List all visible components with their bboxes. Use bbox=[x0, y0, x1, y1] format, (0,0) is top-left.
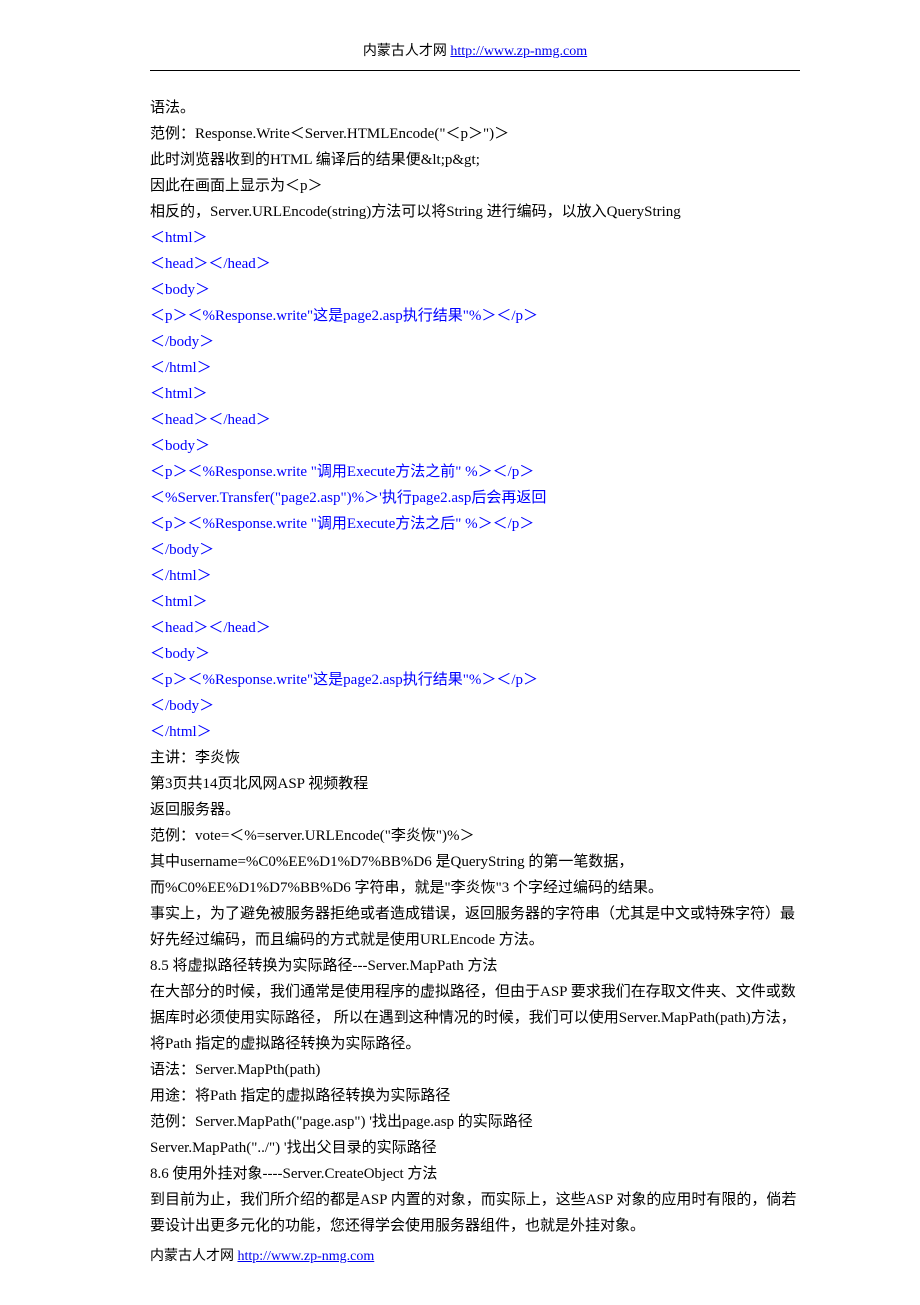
text-line: 范例：Server.MapPath("page.asp") '找出page.as… bbox=[150, 1109, 800, 1135]
text-line: 返回服务器。 bbox=[150, 797, 800, 823]
code-line: ＜body＞ bbox=[150, 641, 800, 667]
code-line: ＜/html＞ bbox=[150, 355, 800, 381]
page-footer: 内蒙古人才网 http://www.zp-nmg.com bbox=[150, 1245, 800, 1265]
text-line: 用途：将Path 指定的虚拟路径转换为实际路径 bbox=[150, 1083, 800, 1109]
code-line: ＜/body＞ bbox=[150, 537, 800, 563]
text-line: 语法：Server.MapPth(path) bbox=[150, 1057, 800, 1083]
code-line: ＜%Server.Transfer("page2.asp")%＞'执行page2… bbox=[150, 485, 800, 511]
page-header: 内蒙古人才网 http://www.zp-nmg.com bbox=[150, 40, 800, 60]
footer-prefix: 内蒙古人才网 bbox=[150, 1249, 234, 1264]
code-line: ＜html＞ bbox=[150, 225, 800, 251]
text-line: Server.MapPath("../") '找出父目录的实际路径 bbox=[150, 1135, 800, 1161]
text-line: 因此在画面上显示为＜p＞ bbox=[150, 173, 800, 199]
document-content: 语法。范例：Response.Write＜Server.HTMLEncode("… bbox=[150, 95, 800, 1239]
code-line: ＜p＞＜%Response.write "调用Execute方法之前" %＞＜/… bbox=[150, 459, 800, 485]
code-line: ＜body＞ bbox=[150, 433, 800, 459]
text-line: 8.6 使用外挂对象----Server.CreateObject 方法 bbox=[150, 1161, 800, 1187]
header-link[interactable]: http://www.zp-nmg.com bbox=[450, 44, 587, 59]
code-line: ＜head＞＜/head＞ bbox=[150, 615, 800, 641]
footer-link[interactable]: http://www.zp-nmg.com bbox=[238, 1249, 375, 1264]
text-line: 语法。 bbox=[150, 95, 800, 121]
code-line: ＜/body＞ bbox=[150, 693, 800, 719]
code-line: ＜head＞＜/head＞ bbox=[150, 251, 800, 277]
code-line: ＜/html＞ bbox=[150, 563, 800, 589]
code-line: ＜html＞ bbox=[150, 381, 800, 407]
text-line: 相反的，Server.URLEncode(string)方法可以将String … bbox=[150, 199, 800, 225]
code-line: ＜body＞ bbox=[150, 277, 800, 303]
code-line: ＜/html＞ bbox=[150, 719, 800, 745]
text-line: 范例：Response.Write＜Server.HTMLEncode("＜p＞… bbox=[150, 121, 800, 147]
text-line: 其中username=%C0%EE%D1%D7%BB%D6 是QueryStri… bbox=[150, 849, 800, 901]
text-line: 此时浏览器收到的HTML 编译后的结果便&lt;p&gt; bbox=[150, 147, 800, 173]
text-line: 第3页共14页北风网ASP 视频教程 bbox=[150, 771, 800, 797]
code-line: ＜head＞＜/head＞ bbox=[150, 407, 800, 433]
text-line: 到目前为止，我们所介绍的都是ASP 内置的对象，而实际上，这些ASP 对象的应用… bbox=[150, 1187, 800, 1239]
text-line: 主讲：李炎恢 bbox=[150, 745, 800, 771]
code-line: ＜/body＞ bbox=[150, 329, 800, 355]
code-line: ＜html＞ bbox=[150, 589, 800, 615]
code-line: ＜p＞＜%Response.write"这是page2.asp执行结果"%＞＜/… bbox=[150, 667, 800, 693]
text-line: 事实上，为了避免被服务器拒绝或者造成错误，返回服务器的字符串（尤其是中文或特殊字… bbox=[150, 901, 800, 953]
document-page: 内蒙古人才网 http://www.zp-nmg.com 语法。范例：Respo… bbox=[0, 0, 920, 1305]
code-line: ＜p＞＜%Response.write"这是page2.asp执行结果"%＞＜/… bbox=[150, 303, 800, 329]
header-rule bbox=[150, 70, 800, 71]
text-line: 在大部分的时候，我们通常是使用程序的虚拟路径，但由于ASP 要求我们在存取文件夹… bbox=[150, 979, 800, 1057]
header-prefix: 内蒙古人才网 bbox=[363, 44, 447, 59]
text-line: 8.5 将虚拟路径转换为实际路径---Server.MapPath 方法 bbox=[150, 953, 800, 979]
text-line: 范例：vote=＜%=server.URLEncode("李炎恢")%＞ bbox=[150, 823, 800, 849]
code-line: ＜p＞＜%Response.write "调用Execute方法之后" %＞＜/… bbox=[150, 511, 800, 537]
